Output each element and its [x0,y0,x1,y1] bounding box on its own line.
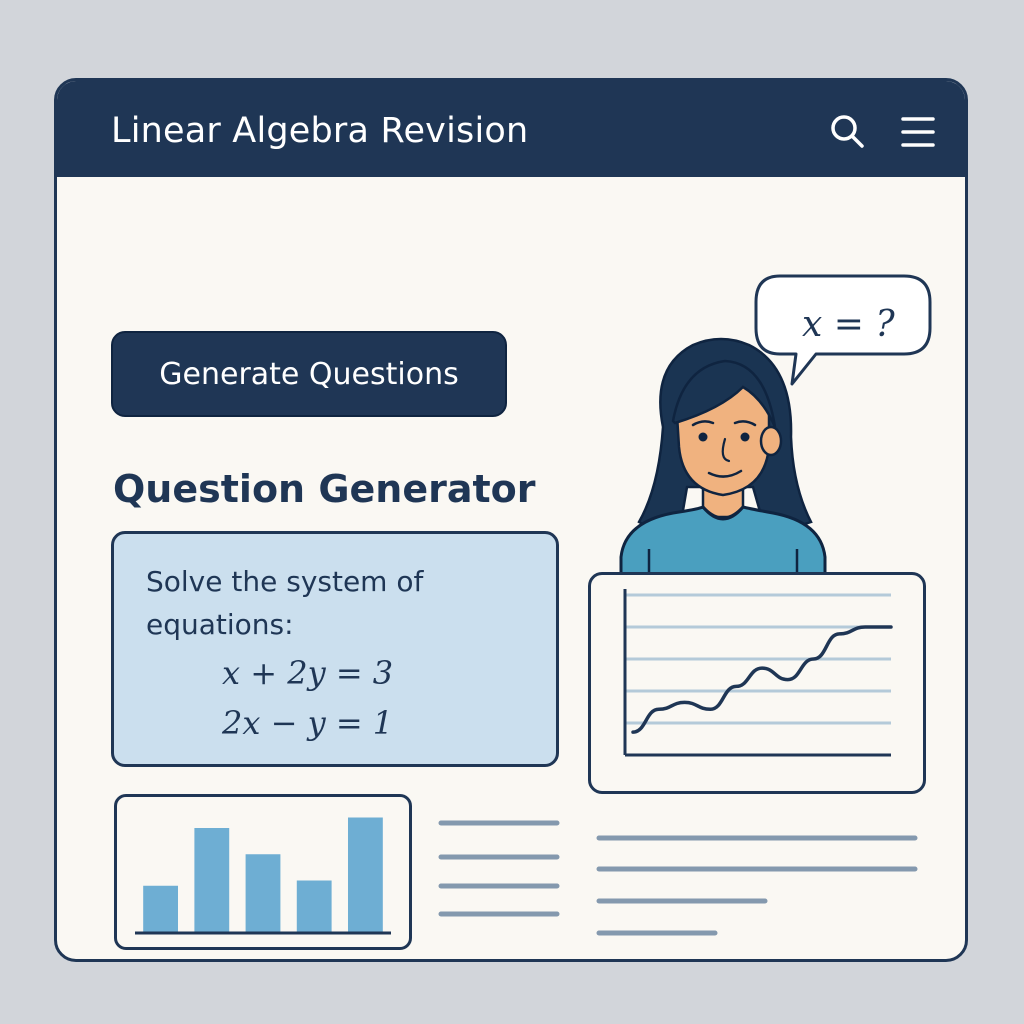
menu-icon[interactable] [899,111,939,151]
app-title: Linear Algebra Revision [111,111,529,151]
main-content: Generate Questions Question Generator So… [57,177,965,959]
header-bar: Linear Algebra Revision [57,81,965,177]
placeholder-text-lines [438,820,918,936]
search-icon[interactable] [827,111,867,151]
app-window: Linear Algebra Revision Generate Questio… [54,78,968,962]
